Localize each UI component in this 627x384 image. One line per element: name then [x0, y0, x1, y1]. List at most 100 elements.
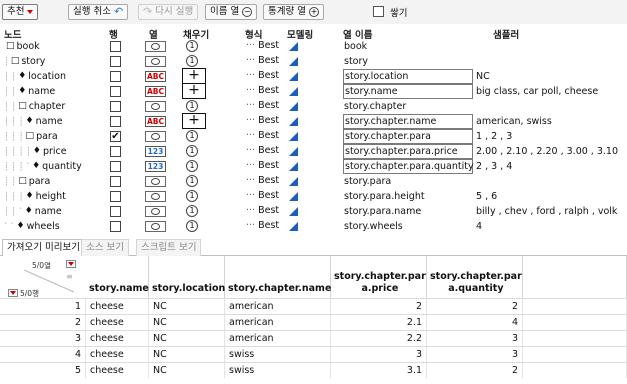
table-cell[interactable]: cheese: [86, 331, 149, 346]
column-placeholder-icon[interactable]: [145, 221, 166, 232]
column-placeholder-icon[interactable]: [145, 131, 166, 142]
table-cell[interactable]: swiss: [225, 347, 331, 362]
table-cell[interactable]: 2: [427, 299, 523, 314]
tree-node[interactable]: ┊ ┊ ┊ ˋ ♦ quantity: [4, 160, 82, 173]
column-name-field[interactable]: story.chapter: [343, 100, 406, 113]
row-checkbox[interactable]: [110, 191, 121, 202]
tree-row[interactable]: ┊ ┊ ˋ ♦ name 1 ··· Best story.para.name billy …: [0, 204, 627, 219]
format-dropdown[interactable]: ··· Best: [246, 205, 279, 216]
continuous-modeling-icon[interactable]: [289, 192, 298, 201]
column-header[interactable]: story.chapter.par a.quantity: [427, 256, 523, 298]
fill-one-icon[interactable]: 1: [186, 160, 198, 172]
row-checkbox[interactable]: [110, 221, 121, 232]
column-header[interactable]: story.chapter.par a.price: [331, 256, 427, 298]
table-cell[interactable]: 3: [427, 347, 523, 362]
table-row[interactable]: 1 cheese NC american 2 2: [0, 298, 627, 314]
tree-node[interactable]: ┊ ┊ ┊ ┊ ♦ price: [4, 145, 67, 158]
continuous-modeling-icon[interactable]: [289, 132, 298, 141]
table-cell[interactable]: cheese: [86, 347, 149, 362]
row-checkbox[interactable]: [110, 176, 121, 187]
format-dropdown[interactable]: ··· Best: [246, 220, 279, 231]
table-row[interactable]: 4 cheese NC swiss 3 3: [0, 346, 627, 362]
continuous-modeling-icon[interactable]: [289, 72, 298, 81]
table-row[interactable]: 2 cheese NC american 2.1 4: [0, 314, 627, 330]
fill-one-icon[interactable]: 1: [186, 130, 198, 142]
continuous-modeling-icon[interactable]: [289, 42, 298, 51]
column-name-field[interactable]: story.para.name: [343, 205, 421, 218]
table-cell[interactable]: NC: [149, 347, 225, 362]
row-checkbox[interactable]: [110, 41, 121, 52]
continuous-modeling-icon[interactable]: [289, 117, 298, 126]
tree-row[interactable]: ┊ ┊ ┊ ˋ ♦ quantity 123 1 ··· Best story.chapte…: [0, 159, 627, 174]
tree-row[interactable]: ┊ ┊ ┊ ♦ height 1 ··· Best story.para.height 5 …: [0, 189, 627, 204]
tree-node[interactable]: ┊ ┊ ┊ □ para: [4, 130, 58, 143]
format-dropdown[interactable]: ··· Best: [246, 70, 279, 81]
continuous-modeling-icon[interactable]: [289, 87, 298, 96]
tree-node[interactable]: ┊ ┊ ♦ location: [4, 70, 66, 83]
tree-node[interactable]: ┊ ┊ □ chapter: [4, 100, 65, 113]
table-cell[interactable]: swiss: [225, 363, 331, 378]
fill-plus-icon[interactable]: +: [182, 113, 206, 129]
tab-source-view[interactable]: 소스 보기: [81, 239, 129, 256]
table-cell[interactable]: NC: [149, 331, 225, 346]
column-placeholder-icon[interactable]: [145, 41, 166, 52]
tree-row[interactable]: ┊ ┊ □ para 1 ··· Best story.para: [0, 174, 627, 189]
column-name-field[interactable]: story.wheels: [343, 220, 403, 233]
row-checkbox[interactable]: ✔: [110, 131, 121, 142]
table-row[interactable]: 3 cheese NC american 2.2 3: [0, 330, 627, 346]
fill-one-icon[interactable]: 1: [186, 40, 198, 52]
fill-one-icon[interactable]: 1: [186, 55, 198, 67]
table-cell[interactable]: 2.1: [331, 315, 427, 330]
continuous-modeling-icon[interactable]: [289, 162, 298, 171]
format-dropdown[interactable]: ··· Best: [246, 160, 279, 171]
tree-node[interactable]: □ book: [4, 40, 40, 53]
fill-one-icon[interactable]: 1: [186, 100, 198, 112]
column-placeholder-icon[interactable]: [145, 101, 166, 112]
fill-one-icon[interactable]: 1: [186, 220, 198, 232]
column-header[interactable]: story.name: [86, 256, 149, 298]
format-dropdown[interactable]: ··· Best: [246, 100, 279, 111]
continuous-modeling-icon[interactable]: [289, 207, 298, 216]
rows-menu-icon[interactable]: [8, 289, 18, 297]
tree-row[interactable]: ┊ ┊ ♦ location ABC + ··· Best story.location NC: [0, 68, 627, 84]
tree-node[interactable]: ˋ ˋ ♦ wheels: [4, 220, 60, 233]
column-placeholder-icon[interactable]: [145, 191, 166, 202]
continuous-modeling-icon[interactable]: [289, 177, 298, 186]
row-checkbox[interactable]: [110, 101, 121, 112]
column-name-field[interactable]: story: [343, 55, 368, 68]
character-column-icon[interactable]: ABC: [145, 116, 166, 127]
row-checkbox[interactable]: [110, 146, 121, 157]
tree-row[interactable]: ┊ ┊ ┊ □ para ✔ 1 ··· Best story.chapter.para 1 …: [0, 129, 627, 144]
table-cell[interactable]: 2.2: [331, 331, 427, 346]
table-cell[interactable]: 3.1: [331, 363, 427, 378]
format-dropdown[interactable]: ··· Best: [246, 40, 279, 51]
table-cell[interactable]: NC: [149, 315, 225, 330]
table-cell[interactable]: 4: [427, 315, 523, 330]
format-dropdown[interactable]: ··· Best: [246, 145, 279, 156]
table-cell[interactable]: american: [225, 315, 331, 330]
row-checkbox[interactable]: [110, 56, 121, 67]
column-name-field[interactable]: story.name: [343, 84, 473, 99]
row-checkbox[interactable]: [110, 86, 121, 97]
tree-node[interactable]: ┊ ┊ □ para: [4, 175, 50, 188]
format-dropdown[interactable]: ··· Best: [246, 190, 279, 201]
continuous-modeling-icon[interactable]: [289, 222, 298, 231]
column-name-field[interactable]: story.chapter.para.quantity: [343, 159, 474, 174]
continuous-modeling-icon[interactable]: [289, 102, 298, 111]
tree-row[interactable]: ┊ □ story 1 ··· Best story: [0, 54, 627, 69]
tree-row[interactable]: □ book 1 ··· Best book: [0, 39, 627, 54]
fill-one-icon[interactable]: 1: [186, 145, 198, 157]
column-header[interactable]: story.chapter.name: [225, 256, 331, 298]
column-name-field[interactable]: book: [343, 40, 367, 53]
column-placeholder-icon[interactable]: [145, 56, 166, 67]
table-cell[interactable]: cheese: [86, 315, 149, 330]
column-name-field[interactable]: story.chapter.name: [343, 114, 473, 129]
table-cell[interactable]: 2: [427, 363, 523, 378]
fill-one-icon[interactable]: 1: [186, 190, 198, 202]
tree-row[interactable]: ˋ ˋ ♦ wheels 1 ··· Best story.wheels 4: [0, 219, 627, 234]
column-name-field[interactable]: story.para: [343, 175, 391, 188]
table-cell[interactable]: 2: [331, 299, 427, 314]
column-header[interactable]: story.location: [149, 256, 225, 298]
format-dropdown[interactable]: ··· Best: [246, 85, 279, 96]
column-placeholder-icon[interactable]: [145, 176, 166, 187]
